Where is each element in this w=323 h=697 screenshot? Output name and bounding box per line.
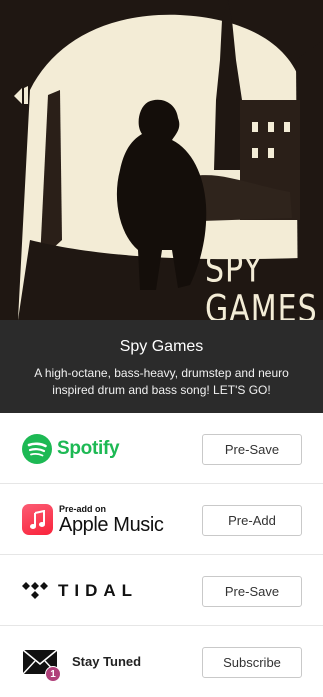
spotify-wordmark: Spotify: [57, 437, 120, 459]
spotify-icon: [22, 433, 52, 464]
cover-art-text: SPY GAMES: [205, 247, 318, 320]
stay-tuned-logo: 1 Stay Tuned: [22, 626, 141, 697]
apple-music-icon: [22, 504, 53, 535]
presave-page: SPY GAMES Spy Games A high-octane, bass-…: [0, 0, 323, 697]
spotify-presave-button[interactable]: Pre-Save: [202, 434, 302, 465]
spotify-logo: Spotify: [22, 413, 120, 484]
tidal-logo: TIDAL: [22, 555, 138, 626]
release-title: Spy Games: [119, 338, 204, 355]
stay-tuned-label: Stay Tuned: [72, 654, 142, 669]
tidal-wordmark: TIDAL: [58, 580, 139, 600]
service-row-stay-tuned: 1 Stay Tuned Subscribe: [0, 626, 323, 697]
apple-music-preadd-label: Pre-add on: [59, 503, 107, 514]
subscribe-button[interactable]: Subscribe: [202, 647, 302, 678]
service-row-apple-music: Pre-add on Apple Music Pre-Add: [0, 484, 323, 555]
release-description: A high-octane, bass-heavy, drumstep and …: [34, 366, 289, 397]
service-row-tidal: TIDAL Pre-Save: [0, 555, 323, 626]
tidal-icon: [22, 581, 48, 599]
cover-art: SPY GAMES: [0, 0, 323, 320]
tidal-presave-button[interactable]: Pre-Save: [202, 576, 302, 607]
service-list: Spotify Pre-Save Pre-add on Apple Music: [0, 413, 323, 697]
apple-music-wordmark: Pre-add on Apple Music: [59, 504, 164, 536]
envelope-icon: 1: [22, 646, 61, 682]
apple-music-preadd-button[interactable]: Pre-Add: [202, 505, 302, 536]
apple-music-label: Apple Music: [59, 513, 164, 536]
release-info: Spy Games A high-octane, bass-heavy, dru…: [0, 320, 323, 413]
apple-music-logo: Pre-add on Apple Music: [22, 484, 164, 555]
notification-badge: 1: [45, 665, 61, 682]
service-row-spotify: Spotify Pre-Save: [0, 413, 323, 484]
